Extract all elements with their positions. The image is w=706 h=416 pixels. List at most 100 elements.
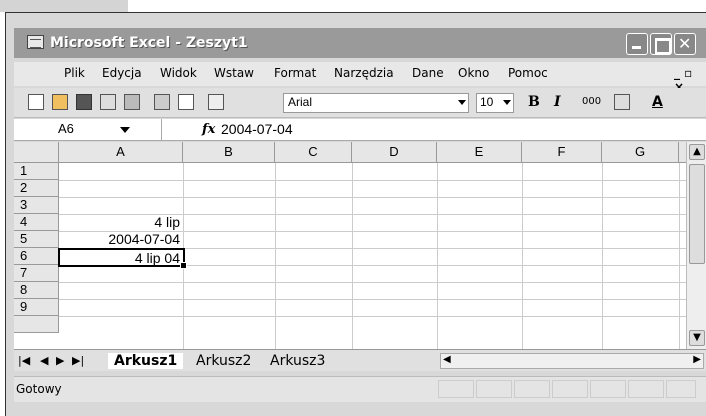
fx-icon[interactable]: fx [202, 122, 215, 137]
gridline [59, 299, 686, 300]
column-header-c[interactable]: C [275, 142, 352, 163]
spelling-icon[interactable] [208, 94, 224, 110]
new-icon[interactable] [28, 94, 44, 110]
font-name-value: Arial [288, 95, 313, 109]
gridline [59, 180, 686, 181]
tab-arkusz1[interactable]: Arkusz1 [108, 353, 184, 369]
scroll-up-icon[interactable]: ▲ [689, 144, 705, 160]
sheet-tab-bar: |◀ ◀ ▶ ▶| Arkusz1 Arkusz2 Arkusz3 ◀ ▶ [14, 349, 706, 371]
corner-strip [0, 0, 128, 12]
tab-arkusz2[interactable]: Arkusz2 [196, 353, 251, 369]
gridline [59, 316, 686, 317]
row-header[interactable]: 3 [14, 197, 59, 214]
formula-input[interactable]: 2004-07-04 [221, 121, 293, 137]
gridline [522, 163, 523, 349]
title-bar[interactable]: Microsoft Excel - Zeszyt1 ✕ [14, 28, 706, 58]
gridline [275, 163, 276, 349]
standard-toolbar: Arial 10 B I 000 A [14, 88, 706, 118]
menu-plik[interactable]: Plik [64, 66, 85, 80]
menu-wstaw[interactable]: Wstaw [214, 66, 254, 80]
font-size-select[interactable]: 10 [476, 93, 514, 113]
status-text: Gotowy [16, 382, 62, 396]
row-header[interactable]: 1 [14, 163, 59, 180]
chevron-down-icon[interactable] [458, 100, 466, 105]
last-sheet-icon[interactable]: ▶| [72, 354, 84, 367]
scroll-left-icon[interactable]: ◀ [443, 354, 451, 365]
column-header-d[interactable]: D [352, 142, 437, 163]
font-color-button[interactable]: A [652, 94, 668, 110]
row-header[interactable]: 7 [14, 265, 59, 282]
menu-edycja[interactable]: Edycja [102, 66, 142, 80]
row-header[interactable]: 2 [14, 180, 59, 197]
status-bar: Gotowy [14, 376, 706, 402]
bold-button[interactable]: B [528, 94, 544, 110]
screenshot-frame: Microsoft Excel - Zeszyt1 ✕ Plik Edycja … [0, 0, 706, 416]
excel-app-icon[interactable] [27, 35, 44, 49]
minimize-button[interactable] [626, 33, 648, 55]
active-cell-selection[interactable] [58, 248, 187, 269]
status-pane [514, 380, 550, 398]
row-header[interactable]: 6 [14, 248, 59, 265]
thousands-separator-button[interactable]: 000 [582, 96, 606, 112]
menu-okno[interactable]: Okno [458, 66, 489, 80]
open-icon[interactable] [52, 94, 68, 110]
tab-arkusz3[interactable]: Arkusz3 [270, 353, 325, 369]
print-icon[interactable] [124, 94, 140, 110]
chevron-down-icon[interactable] [120, 127, 130, 133]
scroll-right-icon[interactable]: ▶ [693, 354, 701, 365]
row-header[interactable]: 5 [14, 231, 59, 248]
font-size-value: 10 [480, 95, 494, 109]
formula-bar: A6 fx 2004-07-04 [14, 119, 706, 141]
column-header-f[interactable]: F [522, 142, 602, 163]
menu-pomoc[interactable]: Pomoc [508, 66, 548, 80]
status-pane [628, 380, 664, 398]
window-title: Microsoft Excel - Zeszyt1 [50, 35, 248, 51]
menu-narzedzia[interactable]: Narzędzia [334, 66, 394, 80]
status-pane [552, 380, 588, 398]
cell-a4[interactable]: 4 lip [59, 214, 183, 231]
font-name-select[interactable]: Arial [283, 93, 469, 113]
status-pane [476, 380, 512, 398]
close-icon: ✕ [678, 34, 692, 53]
menu-bar: Plik Edycja Widok Wstaw Format Narzędzia… [14, 62, 706, 94]
scroll-thumb[interactable] [689, 164, 705, 264]
worksheet-grid[interactable]: A B C D E F G 1 2 3 4 5 6 7 8 9 4 lip 20… [14, 142, 686, 349]
select-all-corner[interactable] [14, 142, 59, 163]
column-header-h[interactable] [679, 142, 686, 163]
maximize-button[interactable] [650, 33, 672, 55]
next-sheet-icon[interactable]: ▶ [56, 354, 64, 367]
horizontal-scrollbar[interactable]: ◀ ▶ [440, 353, 704, 369]
menu-dane[interactable]: Dane [412, 66, 444, 80]
scroll-down-icon[interactable]: ▼ [689, 330, 705, 346]
menu-widok[interactable]: Widok [160, 66, 197, 80]
italic-button[interactable]: I [554, 94, 570, 110]
status-pane [438, 380, 474, 398]
close-button[interactable]: ✕ [674, 33, 696, 55]
name-box[interactable]: A6 [14, 119, 162, 140]
gridline [437, 163, 438, 349]
gridline [679, 163, 680, 349]
cell-a5[interactable]: 2004-07-04 [59, 231, 183, 248]
prev-sheet-icon[interactable]: ◀ [40, 354, 48, 367]
row-header[interactable] [14, 316, 59, 333]
column-header-e[interactable]: E [437, 142, 522, 163]
chevron-down-icon[interactable] [503, 100, 511, 105]
column-header-g[interactable]: G [602, 142, 679, 163]
menu-format[interactable]: Format [274, 66, 316, 80]
row-header[interactable]: 8 [14, 282, 59, 299]
row-header[interactable]: 4 [14, 214, 59, 231]
name-box-value: A6 [58, 121, 74, 136]
column-header-a[interactable]: A [59, 142, 183, 163]
gridline [602, 163, 603, 349]
permission-icon[interactable] [100, 94, 116, 110]
first-sheet-icon[interactable]: |◀ [18, 354, 30, 367]
fill-color-icon[interactable] [614, 94, 630, 110]
print-preview-icon[interactable] [154, 94, 170, 110]
status-pane [666, 380, 696, 398]
save-icon[interactable] [76, 94, 92, 110]
column-header-b[interactable]: B [183, 142, 275, 163]
gridline [59, 197, 686, 198]
row-header[interactable]: 9 [14, 299, 59, 316]
vertical-scrollbar[interactable]: ▲ ▼ [686, 142, 706, 349]
preview-icon[interactable] [178, 94, 194, 110]
